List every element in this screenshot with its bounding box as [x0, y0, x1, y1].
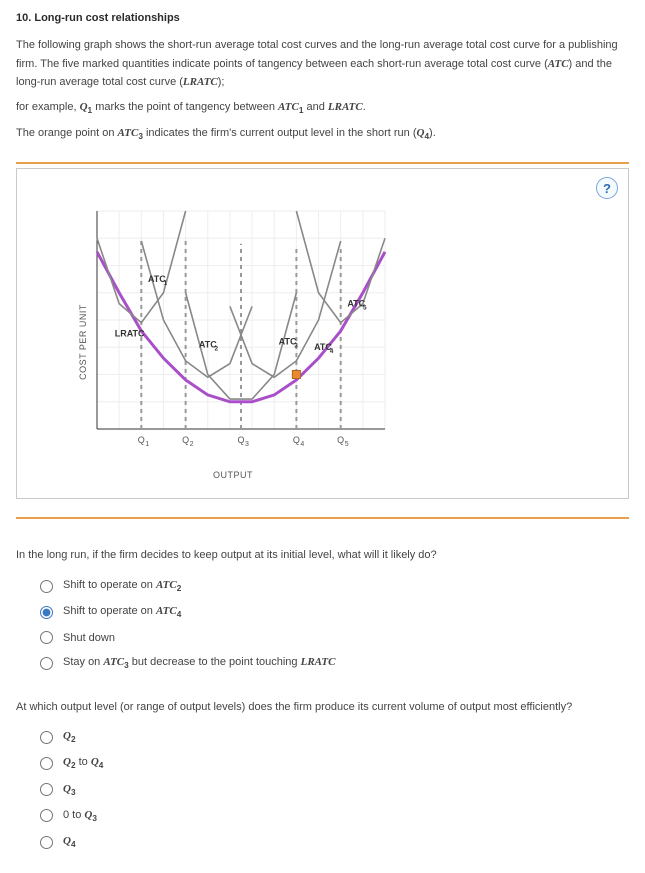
t: for example,	[16, 101, 80, 113]
radio-input[interactable]	[40, 580, 53, 593]
cost-curves-chart[interactable]: Q1Q2Q3Q4Q5ATC1ATC2ATC3ATC4ATC5LRATC	[73, 203, 393, 463]
radio-input[interactable]	[40, 657, 53, 670]
svg-text:3: 3	[294, 343, 298, 350]
radio-input[interactable]	[40, 809, 53, 822]
option-row[interactable]: 0 to Q3	[40, 809, 629, 823]
t: The orange point on	[16, 127, 118, 139]
q: Q	[80, 101, 88, 113]
intro-p1: The following graph shows the short-run …	[16, 36, 629, 92]
x-axis-label: OUTPUT	[73, 470, 393, 480]
radio-input[interactable]	[40, 631, 53, 644]
t: The following graph shows the short-run …	[16, 39, 618, 70]
option-label: 0 to Q3	[63, 809, 97, 823]
svg-text:2: 2	[215, 346, 219, 353]
svg-text:LRATC: LRATC	[115, 329, 145, 339]
t: indicates the firm's current output leve…	[143, 127, 417, 139]
svg-text:Q: Q	[337, 435, 344, 445]
chart-card: ? COST PER UNIT Q1Q2Q3Q4Q5ATC1ATC2ATC3AT…	[16, 168, 629, 499]
option-label: Q4	[63, 835, 76, 849]
q2-prompt: At which output level (or range of outpu…	[16, 699, 629, 717]
option-row[interactable]: Q2	[40, 730, 629, 744]
t: and	[303, 101, 327, 113]
option-row[interactable]: Q2 to Q4	[40, 756, 629, 770]
option-row[interactable]: Q3	[40, 783, 629, 797]
lratc: LRATC	[183, 76, 218, 88]
svg-text:5: 5	[363, 305, 367, 312]
intro-text: The following graph shows the short-run …	[16, 36, 629, 144]
option-label: Shift to operate on ATC4	[63, 605, 181, 619]
t: marks the point of tangency between	[92, 101, 278, 113]
chart-wrap: COST PER UNIT Q1Q2Q3Q4Q5ATC1ATC2ATC3ATC4…	[37, 203, 608, 480]
a: ATC	[278, 101, 299, 113]
svg-text:1: 1	[145, 441, 149, 448]
option-row[interactable]: Stay on ATC3 but decrease to the point t…	[40, 656, 629, 670]
divider-bottom	[16, 517, 629, 519]
radio-input[interactable]	[40, 783, 53, 796]
help-button[interactable]: ?	[596, 177, 618, 199]
svg-text:2: 2	[190, 441, 194, 448]
option-row[interactable]: Shift to operate on ATC4	[40, 605, 629, 619]
svg-text:Q: Q	[182, 435, 189, 445]
option-label: Q3	[63, 783, 76, 797]
radio-input[interactable]	[40, 731, 53, 744]
option-label: Shift to operate on ATC2	[63, 579, 181, 593]
svg-text:4: 4	[300, 441, 304, 448]
option-label: Stay on ATC3 but decrease to the point t…	[63, 656, 335, 670]
a: ATC	[118, 127, 139, 139]
svg-text:5: 5	[345, 441, 349, 448]
option-row[interactable]: Q4	[40, 835, 629, 849]
svg-text:4: 4	[330, 348, 334, 355]
option-label: Q2 to Q4	[63, 756, 103, 770]
option-row[interactable]: Shift to operate on ATC2	[40, 579, 629, 593]
t: ).	[429, 127, 436, 139]
y-axis-label: COST PER UNIT	[78, 304, 88, 380]
q2-options: Q2 Q2 to Q4 Q3 0 to Q3 Q4	[40, 730, 629, 849]
atc: ATC	[548, 58, 569, 70]
radio-input[interactable]	[40, 836, 53, 849]
question-title: 10. Long-run cost relationships	[16, 12, 629, 24]
svg-text:Q: Q	[237, 435, 244, 445]
svg-text:Q: Q	[293, 435, 300, 445]
option-label: Q2	[63, 730, 76, 744]
option-label: Shut down	[63, 632, 115, 644]
intro-p3: The orange point on ATC3 indicates the f…	[16, 124, 629, 144]
t: .	[363, 101, 366, 113]
l: LRATC	[328, 101, 363, 113]
divider-top	[16, 162, 629, 164]
radio-input[interactable]	[40, 606, 53, 619]
svg-text:3: 3	[245, 441, 249, 448]
svg-text:Q: Q	[138, 435, 145, 445]
q1-options: Shift to operate on ATC2 Shift to operate…	[40, 579, 629, 671]
option-row[interactable]: Shut down	[40, 631, 629, 644]
q1-prompt: In the long run, if the firm decides to …	[16, 547, 629, 565]
intro-p2: for example, Q1 marks the point of tange…	[16, 98, 629, 118]
t: );	[218, 76, 225, 88]
radio-input[interactable]	[40, 757, 53, 770]
svg-text:1: 1	[164, 280, 168, 287]
